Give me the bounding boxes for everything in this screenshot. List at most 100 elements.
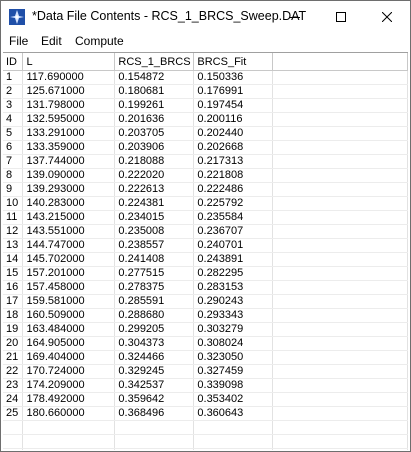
table-cell[interactable]: 0.282295 — [193, 266, 274, 281]
table-cell[interactable]: 4 — [3, 112, 24, 127]
table-cell[interactable]: 139.090000 — [22, 168, 116, 183]
table-cell[interactable]: 163.484000 — [22, 322, 116, 337]
table-cell[interactable]: 0.323050 — [193, 350, 274, 365]
table-row[interactable]: 17 159.581000 0.285591 0.290243 — [3, 294, 408, 309]
table-cell[interactable]: 0.202440 — [193, 126, 274, 141]
table-row[interactable]: 14 145.702000 0.241408 0.243891 — [3, 252, 408, 267]
table-row[interactable] — [3, 434, 408, 449]
table-row[interactable]: 1 117.690000 0.154872 0.150336 — [3, 70, 408, 85]
table-cell[interactable]: 0.217313 — [193, 154, 274, 169]
column-header-l[interactable]: L — [22, 53, 116, 71]
table-cell[interactable]: 0.154872 — [114, 70, 195, 85]
table-cell[interactable]: 133.359000 — [22, 140, 116, 155]
table-row[interactable]: 25 180.660000 0.368496 0.360643 — [3, 406, 408, 421]
table-cell[interactable]: 0.200116 — [193, 112, 274, 127]
table-cell[interactable] — [3, 448, 24, 450]
table-cell[interactable]: 23 — [3, 378, 24, 393]
table-row[interactable]: 19 163.484000 0.299205 0.303279 — [3, 322, 408, 337]
table-cell[interactable]: 0.360643 — [193, 406, 274, 421]
table-cell[interactable]: 19 — [3, 322, 24, 337]
table-cell[interactable]: 17 — [3, 294, 24, 309]
table-row[interactable]: 4 132.595000 0.201636 0.200116 — [3, 112, 408, 127]
table-cell[interactable]: 0.180681 — [114, 84, 195, 99]
table-cell[interactable] — [193, 434, 274, 449]
table-cell[interactable]: 9 — [3, 182, 24, 197]
table-cell[interactable] — [22, 448, 116, 450]
table-row[interactable]: 5 133.291000 0.203705 0.202440 — [3, 126, 408, 141]
column-header-rcs-1-brcs[interactable]: RCS_1_BRCS — [114, 53, 195, 71]
table-cell[interactable]: 5 — [3, 126, 24, 141]
table-cell[interactable]: 0.150336 — [193, 70, 274, 85]
table-cell[interactable]: 14 — [3, 252, 24, 267]
table-cell[interactable]: 0.202668 — [193, 140, 274, 155]
close-button[interactable] — [364, 1, 410, 32]
table-row[interactable]: 8 139.090000 0.222020 0.221808 — [3, 168, 408, 183]
table-cell[interactable]: 0.222020 — [114, 168, 195, 183]
table-cell[interactable]: 137.744000 — [22, 154, 116, 169]
minimize-button[interactable] — [272, 1, 318, 32]
menu-compute[interactable]: Compute — [75, 34, 124, 48]
table-cell[interactable]: 157.201000 — [22, 266, 116, 281]
table-cell[interactable]: 18 — [3, 308, 24, 323]
table-row[interactable]: 22 170.724000 0.329245 0.327459 — [3, 364, 408, 379]
table-cell[interactable]: 0.176991 — [193, 84, 274, 99]
table-cell[interactable]: 12 — [3, 224, 24, 239]
table-cell[interactable]: 0.283153 — [193, 280, 274, 295]
data-grid-area[interactable]: ID L RCS_1_BRCS BRCS_Fit 1 117.690000 0.15… — [3, 52, 408, 450]
table-cell[interactable] — [114, 434, 195, 449]
table-cell[interactable] — [22, 420, 116, 435]
table-cell[interactable]: 0.221808 — [193, 168, 274, 183]
maximize-button[interactable] — [318, 1, 364, 32]
table-row[interactable]: 6 133.359000 0.203906 0.202668 — [3, 140, 408, 155]
table-cell[interactable]: 20 — [3, 336, 24, 351]
column-header-id[interactable]: ID — [3, 53, 24, 71]
table-cell[interactable]: 0.368496 — [114, 406, 195, 421]
table-row[interactable]: 21 169.404000 0.324466 0.323050 — [3, 350, 408, 365]
table-cell[interactable]: 178.492000 — [22, 392, 116, 407]
table-cell[interactable]: 180.660000 — [22, 406, 116, 421]
table-cell[interactable]: 10 — [3, 196, 24, 211]
table-cell[interactable]: 132.595000 — [22, 112, 116, 127]
table-cell[interactable]: 0.240701 — [193, 238, 274, 253]
table-cell[interactable]: 0.238557 — [114, 238, 195, 253]
table-cell[interactable]: 0.324466 — [114, 350, 195, 365]
table-cell[interactable]: 145.702000 — [22, 252, 116, 267]
table-cell[interactable] — [193, 448, 274, 450]
table-cell[interactable]: 157.458000 — [22, 280, 116, 295]
table-row[interactable]: 11 143.215000 0.234015 0.235584 — [3, 210, 408, 225]
table-cell[interactable]: 143.215000 — [22, 210, 116, 225]
table-cell[interactable]: 0.241408 — [114, 252, 195, 267]
table-cell[interactable]: 0.236707 — [193, 224, 274, 239]
table-cell[interactable]: 144.747000 — [22, 238, 116, 253]
table-cell[interactable]: 25 — [3, 406, 24, 421]
table-cell[interactable]: 24 — [3, 392, 24, 407]
table-row[interactable]: 9 139.293000 0.222613 0.222486 — [3, 182, 408, 197]
table-cell[interactable]: 0.203705 — [114, 126, 195, 141]
table-cell[interactable]: 0.353402 — [193, 392, 274, 407]
table-cell[interactable]: 0.201636 — [114, 112, 195, 127]
table-cell[interactable]: 0.359642 — [114, 392, 195, 407]
title-bar[interactable]: *Data File Contents - RCS_1_BRCS_Sweep.D… — [1, 1, 410, 32]
table-cell[interactable]: 160.509000 — [22, 308, 116, 323]
table-cell[interactable]: 0.224381 — [114, 196, 195, 211]
table-row[interactable]: 18 160.509000 0.288680 0.293343 — [3, 308, 408, 323]
table-cell[interactable]: 0.290243 — [193, 294, 274, 309]
table-cell[interactable]: 0.234015 — [114, 210, 195, 225]
table-cell[interactable]: 0.199261 — [114, 98, 195, 113]
table-cell[interactable]: 0.329245 — [114, 364, 195, 379]
menu-edit[interactable]: Edit — [41, 34, 62, 48]
table-row[interactable]: 20 164.905000 0.304373 0.308024 — [3, 336, 408, 351]
table-row[interactable]: 7 137.744000 0.218088 0.217313 — [3, 154, 408, 169]
table-cell[interactable]: 0.243891 — [193, 252, 274, 267]
table-cell[interactable]: 0.235008 — [114, 224, 195, 239]
table-cell[interactable]: 13 — [3, 238, 24, 253]
table-cell[interactable]: 21 — [3, 350, 24, 365]
table-cell[interactable]: 0.277515 — [114, 266, 195, 281]
table-cell[interactable]: 140.283000 — [22, 196, 116, 211]
column-header-brcs-fit[interactable]: BRCS_Fit — [193, 53, 274, 71]
table-cell[interactable]: 6 — [3, 140, 24, 155]
table-cell[interactable] — [114, 448, 195, 450]
table-cell[interactable]: 0.299205 — [114, 322, 195, 337]
table-row[interactable]: 12 143.551000 0.235008 0.236707 — [3, 224, 408, 239]
table-cell[interactable]: 0.222613 — [114, 182, 195, 197]
